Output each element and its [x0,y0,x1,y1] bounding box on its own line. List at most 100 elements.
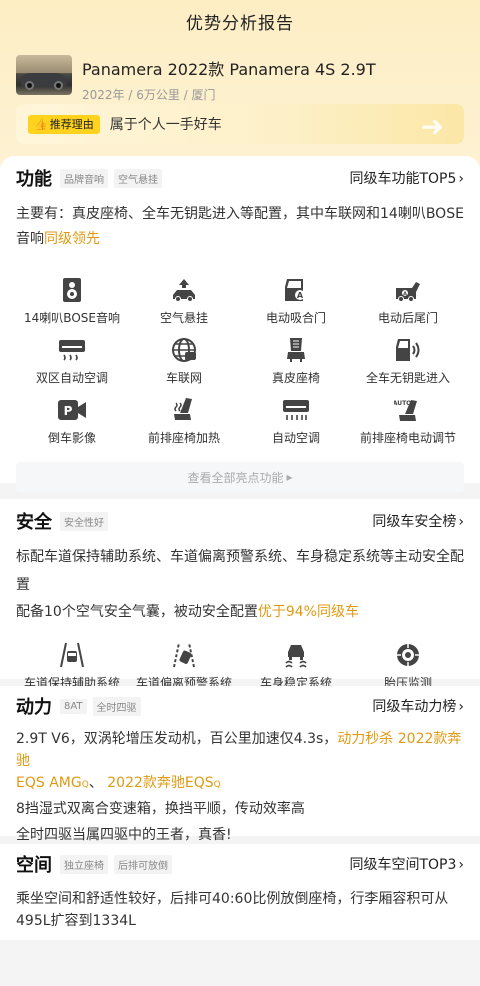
space-tag: 独立座椅 [60,854,108,874]
features-tag: 品牌音响 [60,168,108,188]
page-header: 优势分析报告 [0,0,480,42]
dual-zone-ac-icon [57,336,87,364]
air-suspension-icon [169,276,199,304]
seat-heating-icon [169,396,199,424]
compare-car-label: 2022款奔驰EQS [107,775,214,791]
space-top3-link-label: 同级车空间TOP3 [349,857,457,873]
feature-item[interactable]: 自动空调 [240,392,352,452]
recommend-reason-tag-label: 推荐理由 [49,118,94,131]
chevron-right-icon: › [458,699,464,715]
chevron-right-icon: › [458,171,464,187]
features-top5-link-label: 同级车功能TOP5 [349,171,457,187]
power-title: 动力 [16,697,52,718]
feature-label: 车联网 [165,371,202,385]
recommend-reason-tag: 👍 推荐理由 [28,114,100,134]
tire-pressure-icon [393,641,423,669]
compare-car-label: EQS AMG [16,775,82,791]
power-line-1-text: 2.9T V6，双涡轮增压发动机，百公里加速仅4.3s， [16,731,338,747]
search-icon: Q [213,780,221,790]
feature-item[interactable]: A 电动吸合门 [240,272,352,332]
view-all-features-label: 查看全部亮点功能 [187,470,284,485]
feature-item[interactable]: P 倒车影像 [16,392,128,452]
feature-label: 电动后尾门 [377,311,438,325]
safety-tag: 安全性好 [60,511,108,531]
auto-ac-icon [281,396,311,424]
keyless-entry-icon [393,336,423,364]
features-icon-grid: 14喇叭BOSE音响 空气悬挂 A 电动吸合门 A 电动后尾门 双区自动空调 车… [16,272,464,452]
power-section: 动力 8AT 全时四驱 同级车动力榜 › 2.9T V6，双涡轮增压发动机，百公里… [0,686,480,843]
feature-label: 倒车影像 [47,431,96,445]
feature-item[interactable]: 前排座椅加热 [128,392,240,452]
feature-label: 真皮座椅 [271,371,320,385]
reverse-camera-icon: P [57,396,87,424]
features-highlight: 同级领先 [44,231,100,247]
safety-line-2: 配备10个空气安全气囊，被动安全配置优于94%同级车 [16,599,464,625]
safety-line-2-text: 配备10个空气安全气囊，被动安全配置 [16,604,258,620]
power-highlight: 动力秒杀 [337,731,394,747]
feature-item[interactable]: 全车无钥匙进入 [352,332,464,392]
features-tag: 空气悬挂 [114,168,162,188]
connected-car-icon [169,336,199,364]
power-line-3: 8挡湿式双离合变速箱，换挡平顺，传动效率高 [16,801,305,817]
feature-item[interactable]: AUTO 前排座椅电动调节 [352,392,464,452]
car-meta: 2022年 / 6万公里 / 厦门 [82,88,216,102]
stability-icon [281,641,311,669]
power-ranking-link[interactable]: 同级车动力榜 › [372,696,464,716]
safety-ranking-link-label: 同级车安全榜 [372,514,457,530]
power-tag: 全时四驱 [92,696,141,716]
feature-item[interactable]: 车联网 [128,332,240,392]
compare-car-link[interactable]: 2022款奔驰EQSQ [107,775,220,791]
safety-section: 安全 安全性好 同级车安全榜 › 标配车道保持辅助系统、车道偏离预警系统、车身稳定… [0,499,480,690]
power-tag: 8AT [60,698,87,714]
svg-text:A: A [403,292,407,298]
speaker-icon [57,276,87,304]
space-top3-link[interactable]: 同级车空间TOP3 › [349,854,464,874]
lane-keep-icon [57,641,87,669]
decorative-arrow-icon: ➜ [420,110,444,143]
svg-text:P: P [64,404,73,418]
feature-label: 14喇叭BOSE音响 [24,311,120,325]
chevron-right-icon: › [458,514,464,530]
features-top5-link[interactable]: 同级车功能TOP5 › [349,168,464,188]
features-section: 功能 品牌音响 空气悬挂 同级车功能TOP5 › 主要有：真皮座椅、全车无钥匙进入… [0,156,480,492]
feature-label: 双区自动空调 [35,371,108,385]
triangle-right-icon: ▸ [286,470,293,484]
feature-item[interactable]: 空气悬挂 [128,272,240,332]
feature-item[interactable]: 14喇叭BOSE音响 [16,272,128,332]
safety-ranking-link[interactable]: 同级车安全榜 › [372,511,464,531]
safety-highlight: 优于94%同级车 [257,604,359,620]
page-title: 优势分析报告 [186,13,294,34]
lane-departure-icon [169,641,199,669]
power-separator: 、 [88,775,103,791]
feature-label: 电动吸合门 [265,311,326,325]
feature-label: 全车无钥匙进入 [365,371,450,385]
recommend-reason-banner: 👍 推荐理由 属于个人一手好车 ➜ [16,104,464,144]
search-icon: Q [81,780,89,790]
features-description: 主要有：真皮座椅、全车无钥匙进入等配置，其中车联网和14喇叭BOSE音响同级领先 [16,202,464,252]
power-tailgate-icon: A [393,276,423,304]
feature-item[interactable]: A 电动后尾门 [352,272,464,332]
svg-text:A: A [297,291,304,300]
space-tag: 后排可放倒 [114,854,172,874]
car-name: Panamera 2022款 Panamera 4S 2.9T [82,60,376,79]
recommend-reason-text: 属于个人一手好车 [109,117,222,133]
compare-car-link[interactable]: EQS AMGQ [16,775,89,791]
space-title: 空间 [16,855,52,876]
soft-close-door-icon: A [281,276,311,304]
power-seat-icon: AUTO [393,396,423,424]
leather-seat-icon [281,336,311,364]
power-ranking-link-label: 同级车动力榜 [372,699,457,715]
safety-title: 安全 [16,512,52,533]
space-description: 乘坐空间和舒适性较好，后排可40:60比例放倒座椅，行李厢容积可从495L扩容到… [16,891,449,929]
car-thumbnail [16,55,72,95]
feature-label: 前排座椅加热 [147,431,220,445]
feature-label: 前排座椅电动调节 [359,431,456,445]
feature-label: 空气悬挂 [159,311,208,325]
chevron-right-icon: › [458,857,464,873]
safety-line-1: 标配车道保持辅助系统、车道偏离预警系统、车身稳定系统等主动安全配置 [16,549,464,593]
feature-item[interactable]: 真皮座椅 [240,332,352,392]
feature-item[interactable]: 双区自动空调 [16,332,128,392]
feature-label: 自动空调 [271,431,320,445]
view-all-features-button[interactable]: 查看全部亮点功能 ▸ [16,462,464,492]
features-title: 功能 [16,169,52,190]
